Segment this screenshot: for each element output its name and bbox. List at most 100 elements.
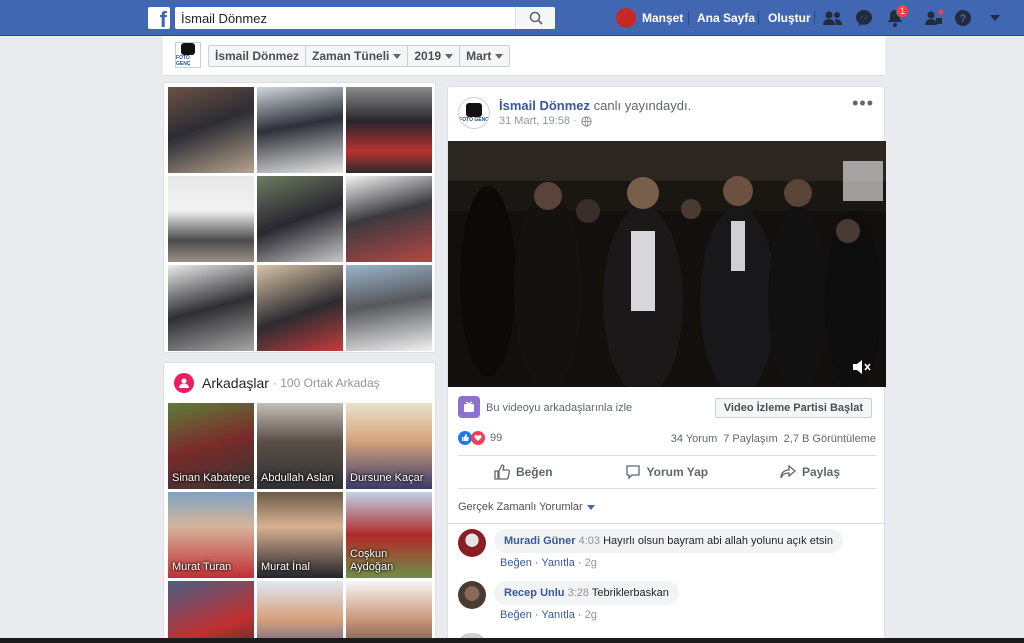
friend-tile[interactable]: Murat Turan — [168, 492, 254, 578]
commenter-name[interactable]: Muradi Güner — [504, 535, 576, 547]
thumbs-up-icon — [494, 464, 510, 480]
post-actions: Beğen Yorum Yap Paylaş — [458, 455, 876, 489]
photo-thumbnail[interactable] — [346, 87, 432, 173]
friend-name: Murat İnal — [261, 561, 310, 573]
facebook-logo-icon[interactable]: f — [148, 7, 170, 29]
comment-age[interactable]: 2g — [585, 557, 597, 569]
profile-link[interactable]: Manşet — [616, 0, 683, 36]
comment-video-time[interactable]: 4:03 — [579, 535, 600, 547]
commenter-avatar[interactable] — [458, 581, 486, 609]
comment-sort-dropdown[interactable]: Gerçek Zamanlı Yorumlar — [458, 501, 595, 513]
divider — [448, 523, 886, 524]
friend-name: Coşkun Aydoğan — [350, 548, 394, 573]
photo-thumbnail[interactable] — [346, 265, 432, 351]
share-icon — [780, 464, 796, 479]
notifications-icon[interactable]: 1 — [885, 4, 909, 28]
photo-thumbnail[interactable] — [257, 176, 343, 262]
post-action: canlı yayındaydı. — [590, 98, 692, 113]
chevron-down-icon — [586, 504, 595, 510]
commenter-avatar[interactable] — [458, 529, 486, 557]
friend-tile[interactable] — [168, 581, 254, 643]
post-header-text: İsmail Dönmez canlı yayındaydı. — [499, 98, 691, 113]
search-input[interactable] — [175, 7, 515, 29]
shares-count[interactable]: 7 Paylaşım — [723, 433, 777, 445]
friend-tile[interactable]: Murat İnal — [257, 492, 343, 578]
chevron-down-icon — [393, 53, 402, 59]
quick-help-icon[interactable] — [924, 8, 944, 28]
post-author-avatar[interactable]: FOTO GENÇ — [458, 97, 490, 129]
share-button[interactable]: Paylaş — [780, 464, 840, 480]
globe-icon — [581, 115, 592, 127]
friends-icon — [174, 373, 194, 393]
watch-party-icon — [458, 396, 480, 418]
account-menu-chevron-down-icon[interactable] — [985, 8, 1005, 28]
search-button[interactable] — [515, 7, 555, 29]
comment-reply-link[interactable]: Yanıtla — [541, 557, 574, 569]
friend-tile[interactable]: Abdullah Aslan — [257, 403, 343, 489]
friend-tile[interactable] — [346, 581, 432, 643]
post-time[interactable]: 31 Mart, 19:58 · — [499, 115, 592, 127]
breadcrumb-timeline[interactable]: Zaman Tüneli — [306, 46, 409, 66]
comment-bubble: Muradi Güner 4:03 Hayırlı olsun bayram a… — [494, 529, 843, 553]
comment-like-link[interactable]: Beğen — [500, 609, 532, 621]
comments-count[interactable]: 34 Yorum — [671, 433, 717, 445]
reactions-summary[interactable]: 99 — [458, 431, 502, 445]
views-count: 2,7 B Görüntüleme — [783, 433, 876, 445]
friend-tile[interactable] — [257, 581, 343, 643]
user-avatar — [616, 8, 636, 28]
breadcrumb-profile[interactable]: İsmail Dönmez — [209, 46, 307, 66]
start-watch-party-button[interactable]: Video İzleme Partisi Başlat — [714, 398, 872, 418]
friend-tile[interactable]: Dursune Kaçar — [346, 403, 432, 489]
comment-reply-link[interactable]: Yanıtla — [541, 609, 574, 621]
comment-video-time[interactable]: 3:28 — [568, 587, 589, 599]
create-link[interactable]: Oluştur — [768, 0, 811, 36]
commenter-name[interactable]: Recep Unlu — [504, 587, 565, 599]
search-box[interactable] — [175, 7, 555, 29]
photo-thumbnail[interactable] — [257, 265, 343, 351]
breadcrumb-month[interactable]: Mart — [460, 46, 509, 66]
comment-like-link[interactable]: Beğen — [500, 557, 532, 569]
comment-actions: Beğen · Yanıtla · 2g — [500, 557, 597, 569]
comment-text: Tebriklerbaskan — [591, 587, 669, 599]
photos-card — [163, 82, 436, 353]
photo-thumbnail[interactable] — [346, 176, 432, 262]
chevron-down-icon — [445, 53, 454, 59]
comment-age[interactable]: 2g — [585, 609, 597, 621]
video-frame — [448, 141, 886, 387]
friends-subtitle: · 100 Ortak Arkadaş — [272, 376, 380, 390]
photo-thumbnail[interactable] — [257, 87, 343, 173]
friend-tile[interactable]: Sinan Kabatepe — [168, 403, 254, 489]
friends-title: Arkadaşlar — [202, 375, 269, 391]
reactions-count: 99 — [490, 432, 503, 444]
logo-text: FOTO GENÇ — [459, 117, 489, 123]
breadcrumb: İsmail Dönmez Zaman Tüneli 2019 Mart — [208, 45, 511, 67]
friend-name: Abdullah Aslan — [261, 472, 334, 484]
comment-actions: Beğen · Yanıtla · 2g — [500, 609, 597, 621]
divider — [758, 11, 759, 25]
mute-icon[interactable] — [852, 359, 872, 375]
photo-thumbnail[interactable] — [168, 176, 254, 262]
photo-thumbnail[interactable] — [168, 87, 254, 173]
live-video-player[interactable] — [448, 141, 886, 387]
comment-bubble: Recep Unlu 3:28 Tebriklerbaskan — [494, 581, 679, 605]
post-author-name[interactable]: İsmail Dönmez — [499, 98, 590, 113]
post-card: FOTO GENÇ İsmail Dönmez canlı yayındaydı… — [447, 86, 886, 643]
love-reaction-icon — [471, 431, 485, 445]
breadcrumb-year[interactable]: 2019 — [408, 46, 461, 66]
photo-thumbnail[interactable] — [168, 265, 254, 351]
comment-button[interactable]: Yorum Yap — [625, 464, 708, 480]
friend-requests-icon[interactable] — [823, 8, 843, 28]
friends-header[interactable]: Arkadaşlar · 100 Ortak Arkadaş — [174, 373, 380, 393]
watch-party-text: Bu videoyu arkadaşlarınla izle — [486, 402, 633, 414]
chevron-down-icon — [495, 53, 504, 59]
friends-card: Arkadaşlar · 100 Ortak Arkadaş Sinan Kab… — [163, 362, 436, 643]
like-button[interactable]: Beğen — [494, 464, 553, 480]
home-link[interactable]: Ana Sayfa — [697, 0, 755, 36]
more-options-icon[interactable]: ••• — [852, 93, 874, 114]
friend-name: Dursune Kaçar — [350, 472, 424, 484]
messenger-icon[interactable] — [854, 8, 874, 28]
comment-item: Recep Unlu 3:28 Tebriklerbaskan Beğen · … — [458, 581, 878, 625]
help-icon[interactable]: ? — [953, 8, 973, 28]
page-logo[interactable]: FOTO GENÇ — [175, 42, 201, 68]
friend-tile[interactable]: Coşkun Aydoğan — [346, 492, 432, 578]
